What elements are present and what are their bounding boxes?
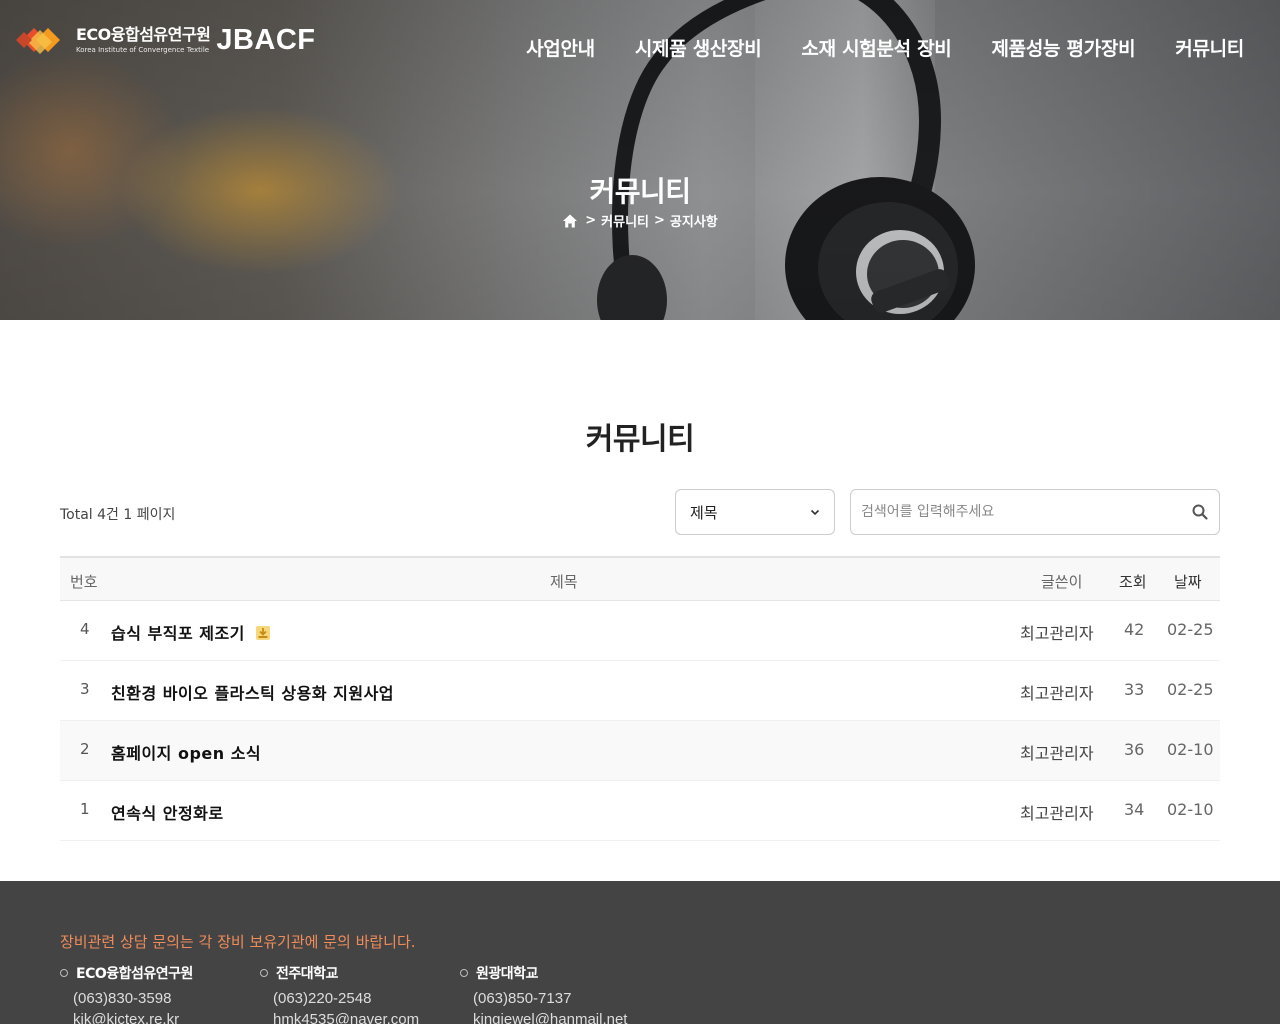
row-number: 2 [80, 740, 90, 758]
row-number: 4 [80, 620, 90, 638]
footer-notice: 장비관련 상담 문의는 각 장비 보유기관에 문의 바랍니다. [60, 933, 416, 951]
table-header: 번호 제목 글쓴이 조회 날짜 [60, 556, 1220, 601]
total-count: Total 4건 1 페이지 [60, 507, 176, 523]
row-writer: 최고관리자 [1020, 744, 1094, 763]
nav-prototype-equipment[interactable]: 시제품 생산장비 [635, 34, 762, 61]
column-header-subject: 제목 [550, 573, 578, 591]
table-row: 2 홈페이지 open 소식 최고관리자 36 02-10 [60, 721, 1220, 781]
contact-phone: (063)830-3598 [73, 990, 172, 1007]
search-icon[interactable] [1191, 503, 1209, 521]
row-subject-link[interactable]: 연속식 안정화로 [111, 800, 224, 824]
breadcrumb-notice[interactable]: 공지사항 [670, 211, 718, 230]
row-subject-text: 습식 부직포 제조기 [111, 624, 245, 643]
logo-mark-icon [16, 28, 60, 54]
row-date: 02-10 [1167, 800, 1214, 819]
home-icon[interactable] [562, 213, 578, 229]
table-row: 4 습식 부직포 제조기 최고관리자 42 02-25 [60, 601, 1220, 661]
footer-contact: ECO융합섬유연구원 (063)830-3598 kik@kictex.re.k… [60, 963, 250, 1024]
row-hits: 36 [1124, 740, 1145, 759]
column-header-number: 번호 [70, 573, 98, 591]
footer: 장비관련 상담 문의는 각 장비 보유기관에 문의 바랍니다. ECO융합섬유연… [0, 881, 1280, 1024]
contact-email[interactable]: kik@kictex.re.kr [73, 1011, 250, 1024]
search-box [850, 489, 1220, 535]
row-hits: 33 [1124, 680, 1145, 699]
contact-email[interactable]: kingjewel@hanmail.net [473, 1011, 650, 1024]
row-number: 3 [80, 680, 90, 698]
row-date: 02-25 [1167, 680, 1214, 699]
logo-english-name: Korea Institute of Convergence Textile [76, 46, 210, 54]
row-writer: 최고관리자 [1020, 684, 1094, 703]
chevron-down-icon [810, 509, 820, 516]
search-input[interactable] [861, 504, 1185, 520]
file-download-icon[interactable] [255, 625, 271, 641]
row-date: 02-10 [1167, 740, 1214, 759]
column-header-hits[interactable]: 조회 [1119, 571, 1147, 592]
row-hits: 34 [1124, 800, 1145, 819]
breadcrumb-community[interactable]: 커뮤니티 [601, 211, 649, 230]
logo-brand: JBACF [216, 23, 316, 56]
nav-community[interactable]: 커뮤니티 [1175, 34, 1244, 61]
breadcrumb-separator: > [585, 213, 597, 228]
footer-contact: 전주대학교 (063)220-2548 hmk4535@naver.com [260, 963, 450, 1024]
column-header-writer: 글쓴이 [1041, 573, 1083, 591]
contact-org-name: 원광대학교 [460, 963, 650, 983]
breadcrumb-separator: > [654, 213, 665, 228]
site-logo[interactable]: ECO융합섬유연구원 Korea Institute of Convergenc… [14, 20, 316, 60]
nav-material-test-equipment[interactable]: 소재 시험분석 장비 [801, 34, 951, 61]
row-writer: 최고관리자 [1020, 804, 1094, 823]
row-hits: 42 [1124, 620, 1145, 639]
nav-performance-equipment[interactable]: 제품성능 평가장비 [992, 34, 1136, 61]
contact-phone: (063)850-7137 [473, 990, 572, 1007]
row-date: 02-25 [1167, 620, 1214, 639]
board-table: 번호 제목 글쓴이 조회 날짜 4 습식 부직포 제조기 최고관리자 42 02… [60, 556, 1220, 841]
contact-email[interactable]: hmk4535@naver.com [273, 1011, 450, 1024]
row-subject-link[interactable]: 친환경 바이오 플라스틱 상용화 지원사업 [111, 680, 394, 704]
contact-phone: (063)220-2548 [273, 990, 372, 1007]
logo-korean-name: ECO융합섬유연구원 [76, 25, 211, 44]
page-title: 커뮤니티 [585, 422, 695, 457]
row-subject-link[interactable]: 습식 부직포 제조기 [111, 620, 271, 644]
row-number: 1 [80, 800, 90, 818]
hero-title: 커뮤니티 [589, 175, 691, 208]
nav-business[interactable]: 사업안내 [526, 34, 595, 61]
search-field-select[interactable]: 제목 [675, 489, 835, 535]
search-field-value: 제목 [690, 503, 718, 522]
hero-banner: ECO융합섬유연구원 Korea Institute of Convergenc… [0, 0, 1280, 320]
breadcrumb: > 커뮤니티 > 공지사항 [0, 211, 1280, 230]
footer-contact: 원광대학교 (063)850-7137 kingjewel@hanmail.ne… [460, 963, 650, 1024]
table-row: 1 연속식 안정화로 최고관리자 34 02-10 [60, 781, 1220, 841]
row-subject-link[interactable]: 홈페이지 open 소식 [111, 740, 261, 764]
contact-org-name: 전주대학교 [260, 963, 450, 983]
contact-org-name: ECO융합섬유연구원 [60, 963, 250, 983]
row-writer: 최고관리자 [1020, 624, 1094, 643]
main-nav: 사업안내 시제품 생산장비 소재 시험분석 장비 제품성능 평가장비 커뮤니티 [486, 34, 1244, 61]
table-row: 3 친환경 바이오 플라스틱 상용화 지원사업 최고관리자 33 02-25 [60, 661, 1220, 721]
column-header-date[interactable]: 날짜 [1174, 571, 1202, 592]
